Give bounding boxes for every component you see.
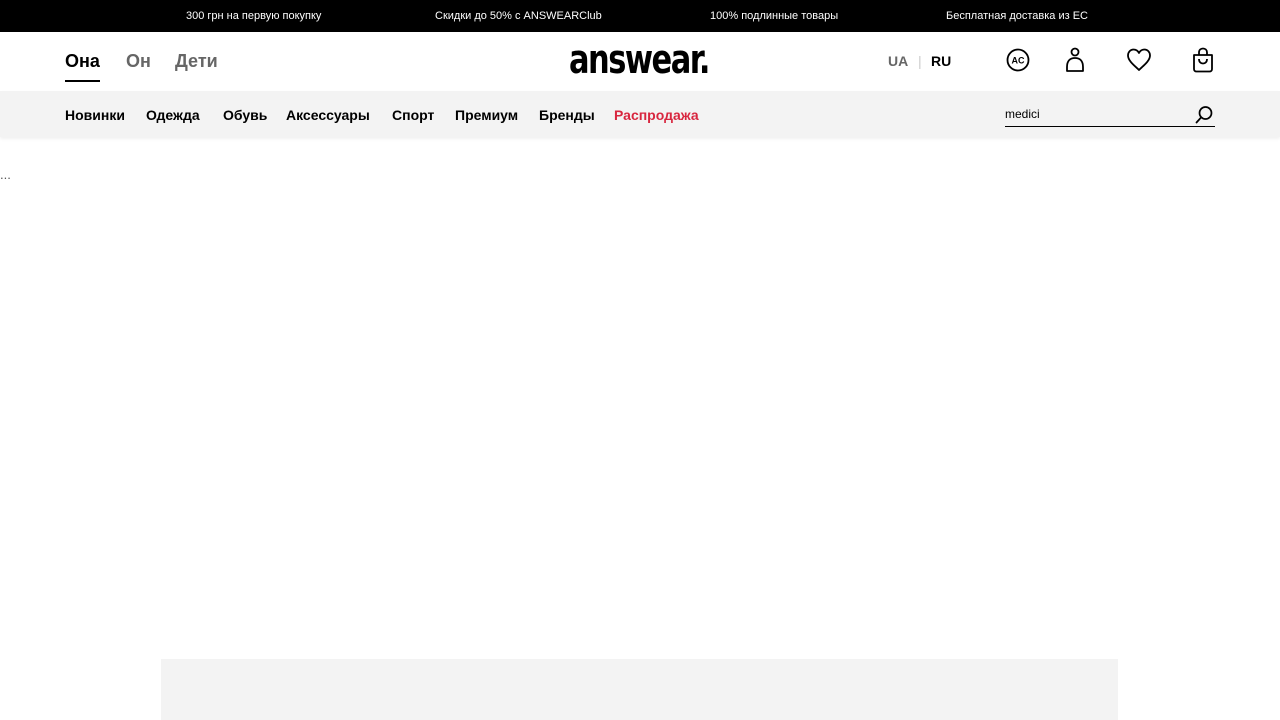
tab-he[interactable]: Он — [126, 50, 151, 72]
tab-she[interactable]: Она — [65, 50, 100, 82]
promo-first-purchase[interactable]: 300 грн на первую покупку — [186, 10, 321, 22]
shopping-bag-icon[interactable] — [1190, 46, 1216, 74]
tab-kids[interactable]: Дети — [175, 50, 218, 72]
nav-accessories[interactable]: Аксессуары — [286, 107, 370, 123]
user-icon[interactable] — [1062, 46, 1088, 74]
promo-bar: 300 грн на первую покупку Скидки до 50% … — [0, 0, 1280, 32]
promo-authentic[interactable]: 100% подлинные товары — [710, 10, 838, 22]
search-box — [1005, 103, 1215, 127]
search-input[interactable] — [1005, 105, 1190, 123]
loading-ellipsis: ... — [0, 167, 11, 182]
nav-premium[interactable]: Премиум — [455, 107, 518, 123]
answear-club-icon[interactable]: AC — [1005, 46, 1031, 74]
promo-free-delivery[interactable]: Бесплатная доставка из ЕС — [946, 10, 1088, 22]
nav-new[interactable]: Новинки — [65, 107, 125, 123]
lang-divider: | — [918, 53, 922, 69]
logo-text: answear. — [569, 40, 709, 80]
nav-sale[interactable]: Распродажа — [614, 107, 699, 123]
nav-clothing[interactable]: Одежда — [146, 107, 200, 123]
nav-sport[interactable]: Спорт — [392, 107, 434, 123]
heart-icon[interactable] — [1125, 46, 1153, 74]
nav-brands[interactable]: Бренды — [539, 107, 595, 123]
lang-ua[interactable]: UA — [888, 53, 908, 69]
promo-answearclub[interactable]: Скидки до 50% с ANSWEARClub — [435, 10, 602, 22]
category-nav: Новинки Одежда Обувь Аксессуары Спорт Пр… — [0, 91, 1280, 137]
lang-ru[interactable]: RU — [931, 53, 951, 69]
svg-text:AC: AC — [1012, 56, 1025, 66]
content-placeholder-block — [161, 659, 1118, 720]
search-icon[interactable] — [1194, 105, 1214, 125]
nav-shoes[interactable]: Обувь — [223, 107, 267, 123]
answear-logo[interactable]: answear. — [569, 40, 711, 80]
